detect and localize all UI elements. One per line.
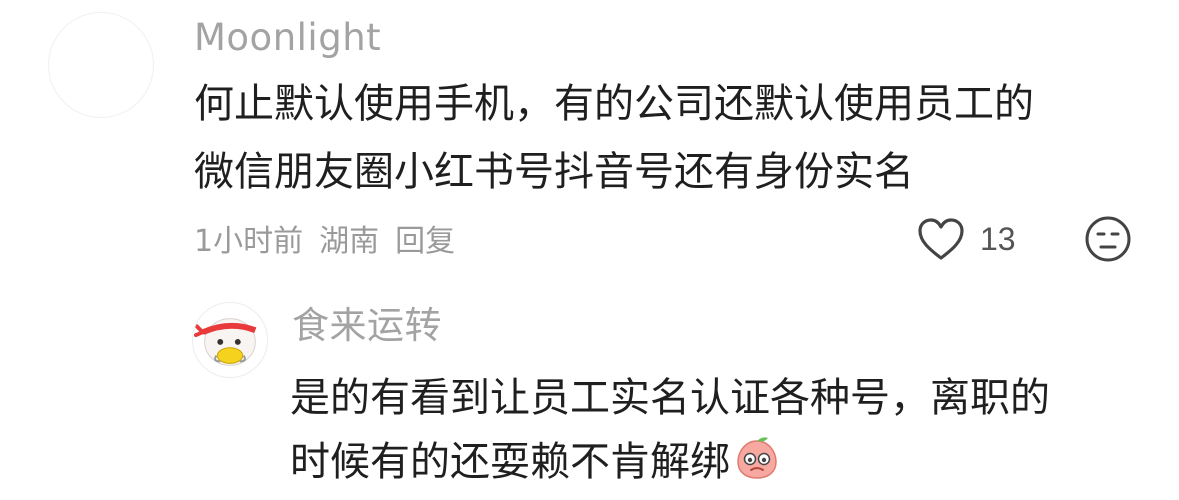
unamused-face-icon [1085, 216, 1131, 262]
cartoon-girl-headband-avatar [193, 303, 267, 377]
timestamp: 1小时前 [194, 224, 304, 259]
reply-button[interactable]: 回复 [395, 216, 455, 260]
peach-face-emoji [737, 437, 777, 479]
username[interactable]: 食来运转 [292, 304, 442, 348]
comment-meta: 1小时前 湖南 回复 [194, 216, 455, 260]
comment-text-span: 时候有的还耍赖不肯解绑 [290, 439, 730, 485]
avatar[interactable] [48, 12, 154, 118]
like-count: 13 [980, 220, 1016, 257]
avatar[interactable] [192, 302, 268, 378]
location: 湖南 [319, 224, 380, 259]
username[interactable]: Moonlight [194, 16, 381, 60]
dislike-button[interactable] [1084, 215, 1132, 263]
comment-text-line: 微信朋友圈小红书号抖音号还有身份实名 [194, 149, 914, 195]
heart-outline-icon [918, 218, 964, 260]
comment-text-line: 时候有的还耍赖不肯解绑 [290, 424, 780, 500]
comment-text-line: 何止默认使用手机，有的公司还默认使用员工的 [194, 81, 1034, 127]
like-button[interactable]: 13 [916, 214, 1016, 264]
